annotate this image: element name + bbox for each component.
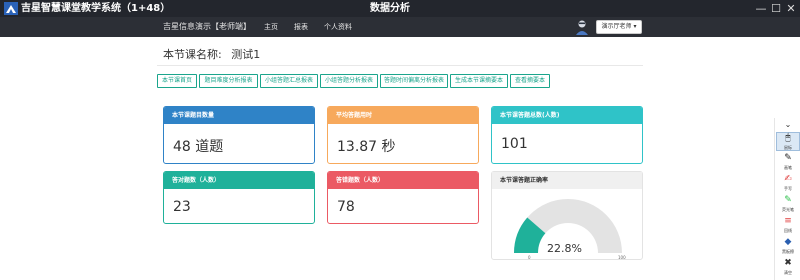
clear-icon: ✖ (784, 258, 792, 268)
avatar (576, 20, 588, 35)
tab-generate-summary[interactable]: 生成本节课摘要本 (450, 74, 508, 88)
maximize-button[interactable]: ☐ (769, 2, 783, 15)
tab-lesson-home[interactable]: 本节课首页 (157, 74, 197, 88)
stat-card-value: 101 (501, 136, 528, 152)
lines-icon: ≡ (784, 216, 792, 226)
nav-link-reports[interactable]: 报表 (294, 21, 308, 33)
double-chevron-down-icon[interactable]: ⌄ (776, 120, 800, 130)
eraser-icon: ◆ (784, 237, 792, 247)
lesson-name: 测试1 (231, 48, 261, 61)
nav-link-home[interactable]: 主页 (264, 21, 278, 33)
gauge-min-label: 0 (528, 255, 531, 260)
tool-pointer[interactable]: 🖱 鼠标 (776, 132, 800, 151)
stat-card-question-count: 本节课题目数量 48 道题 (163, 106, 315, 164)
tool-label: 画笔 (784, 165, 792, 170)
tool-label: 黑板擦 (782, 249, 794, 254)
tab-view-summary[interactable]: 查看摘要本 (510, 74, 550, 88)
stat-card-title: 本节课题目数量 (164, 107, 314, 124)
user-menu-button[interactable]: 演示厅老师 ▾ (596, 20, 642, 34)
close-button[interactable]: ✕ (784, 2, 798, 15)
gauge-max-label: 100 (618, 255, 626, 260)
lesson-label: 本节课名称: (163, 48, 222, 61)
handwrite-icon: ✍ (784, 174, 792, 184)
tool-label: 荧光笔 (782, 207, 794, 212)
tool-label: 手写 (784, 186, 792, 191)
stat-card-value: 23 (173, 199, 191, 215)
stat-card-value: 48 道题 (173, 139, 224, 155)
tool-clear[interactable]: ✖ 清空 (776, 258, 800, 277)
stat-card-value: 78 (337, 199, 355, 215)
tab-difficulty-report[interactable]: 题目难度分析报表 (199, 74, 258, 88)
tab-group-summary-report[interactable]: 小组答题汇总报表 (260, 74, 318, 88)
highlighter-icon: ✎ (784, 195, 792, 205)
stat-card-value: 13.87 秒 (337, 139, 396, 155)
stat-card-total-answers: 本节课答题总数(人数) 101 (491, 106, 643, 164)
stat-card-wrong: 答错题数（人数） 78 (327, 171, 479, 224)
nav-link-profile[interactable]: 个人资料 (324, 21, 352, 33)
gauge-value: 22.8% (547, 242, 582, 255)
stat-card-title: 本节课答题总数(人数) (492, 107, 642, 124)
stat-card-title: 答对题数（人数） (164, 172, 314, 189)
navbar-brand[interactable]: 吉星信息演示【老师端】 (163, 21, 251, 33)
stat-card-title: 平均答题用时 (328, 107, 478, 124)
stat-card-avg-time: 平均答题用时 13.87 秒 (327, 106, 479, 164)
pointer-icon: 🖱 (785, 133, 791, 143)
stat-card-title: 答错题数（人数） (328, 172, 478, 189)
window-titlebar: 吉星智慧课堂教学系统（1+48） 数据分析 — ☐ ✕ (0, 0, 800, 17)
window-title: 数据分析 (370, 3, 410, 14)
tool-eraser[interactable]: ◆ 黑板擦 (776, 237, 800, 256)
lesson-title: 本节课名称: 测试1 (163, 46, 260, 62)
app-logo-icon (4, 2, 18, 15)
tool-highlighter[interactable]: ✎ 荧光笔 (776, 195, 800, 214)
tool-lines[interactable]: ≡ 回线 (776, 216, 800, 235)
tab-group-analysis-report[interactable]: 小组答题分析报表 (320, 74, 378, 88)
pen-icon: ✎ (784, 153, 792, 163)
accuracy-gauge-card: 本节课答题正确率 22.8% 0 100 (491, 171, 643, 260)
stat-card-correct: 答对题数（人数） 23 (163, 171, 315, 224)
drawing-toolbar: ⌄ 🖱 鼠标 ✎ 画笔 ✍ 手写 ✎ 荧光笔 ≡ 回线 ◆ 黑板擦 ✖ 清空 (774, 118, 800, 280)
tool-handwrite[interactable]: ✍ 手写 (776, 174, 800, 193)
top-navbar: 吉星信息演示【老师端】 主页 报表 个人资料 演示厅老师 ▾ (0, 17, 800, 37)
tool-label: 清空 (784, 270, 792, 275)
tool-pen[interactable]: ✎ 画笔 (776, 153, 800, 172)
app-title: 吉星智慧课堂教学系统（1+48） (21, 3, 171, 14)
tab-time-deviation-report[interactable]: 答题时间偏离分析报表 (380, 74, 448, 88)
gauge-title: 本节课答题正确率 (492, 172, 642, 189)
divider (157, 65, 643, 66)
tool-label: 回线 (784, 228, 792, 233)
minimize-button[interactable]: — (754, 2, 768, 15)
tool-label: 鼠标 (784, 145, 792, 150)
